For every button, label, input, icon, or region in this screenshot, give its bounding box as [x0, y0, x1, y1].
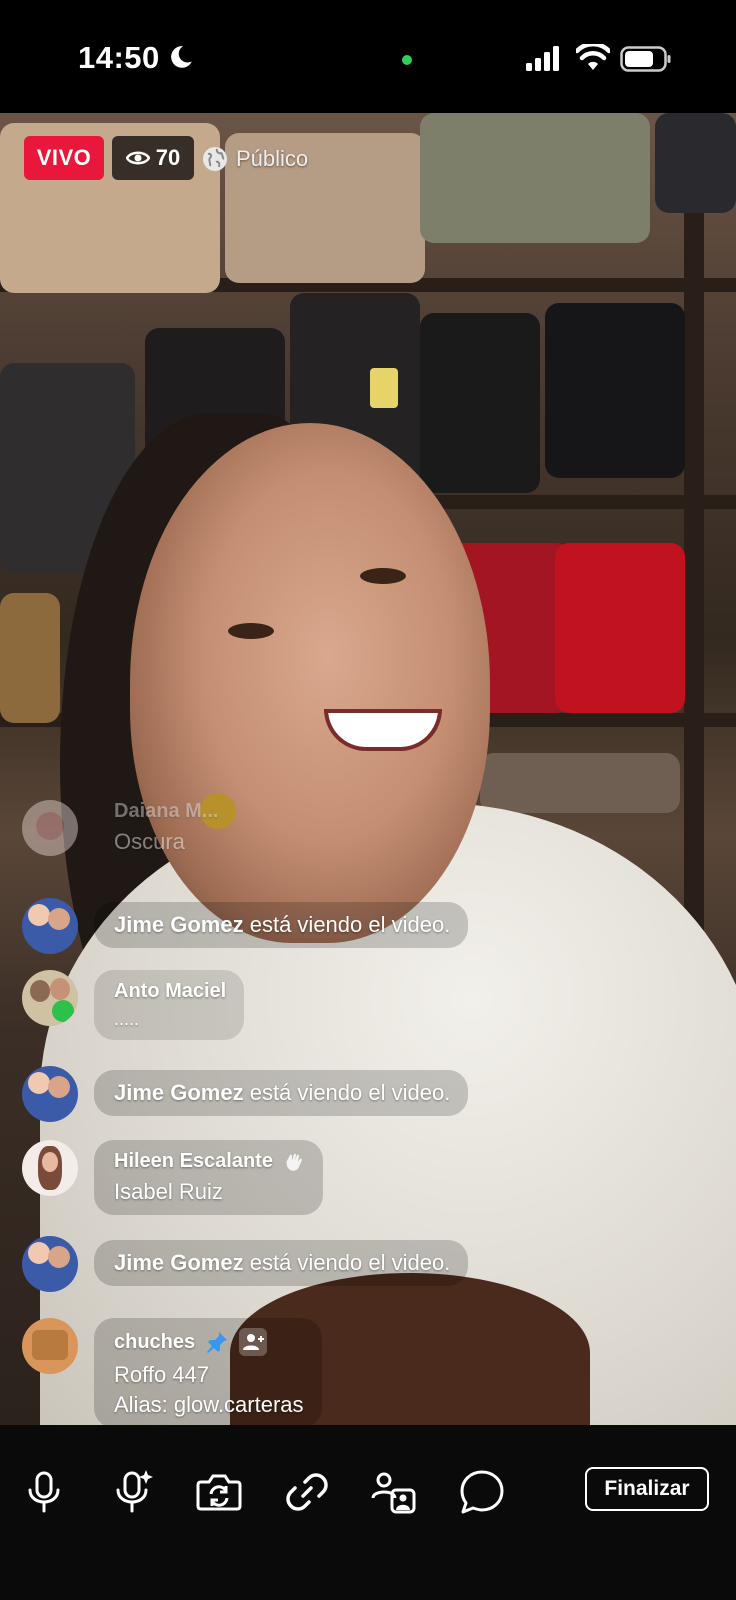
avatar — [22, 1066, 78, 1122]
cellular-signal-icon — [526, 46, 559, 71]
system-bubble: Jime Gomez está viendo el video. — [94, 902, 469, 948]
comment-author: chuches — [114, 1330, 196, 1353]
guest-icon[interactable] — [370, 1468, 418, 1516]
viewer-name: Jime Gomez — [114, 912, 244, 937]
system-bubble: Jime Gomez está viendo el video. — [94, 1070, 469, 1116]
end-live-button[interactable]: Finalizar — [585, 1467, 709, 1511]
comment-author: Daiana M... — [114, 800, 219, 822]
bag — [545, 303, 685, 478]
comment-item[interactable]: Hileen Escalante Isabel Ruiz — [22, 1140, 622, 1226]
camera-indicator-dot — [402, 55, 412, 65]
comment-bubble: Hileen Escalante Isabel Ruiz — [94, 1140, 323, 1215]
bag — [420, 113, 650, 243]
system-join-message: Jime Gomez está viendo el video. — [22, 1066, 622, 1124]
comment-text-line: Alias: glow.carteras — [114, 1392, 304, 1417]
globe-icon — [203, 147, 227, 171]
wave-icon — [286, 1153, 302, 1171]
shelf-post — [684, 213, 704, 933]
eye — [228, 623, 274, 639]
battery-icon — [620, 46, 671, 72]
avatar — [22, 1236, 78, 1292]
flip-camera-icon[interactable] — [195, 1468, 243, 1516]
price-tag — [370, 368, 398, 408]
comment-text: Oscura — [114, 829, 185, 854]
add-person-icon[interactable] — [239, 1328, 268, 1356]
viewer-name: Jime Gomez — [114, 1080, 244, 1105]
person-face — [130, 423, 490, 943]
bag — [555, 543, 685, 713]
comment-item[interactable]: Daiana M... Oscura — [22, 800, 622, 864]
pin-icon — [207, 1332, 228, 1353]
bag — [0, 593, 60, 723]
eye — [360, 568, 406, 584]
voice-effect-icon[interactable] — [108, 1468, 156, 1516]
live-badge: VIVO — [24, 136, 104, 180]
viewer-count-value: 70 — [155, 145, 181, 170]
system-text: está viendo el video. — [249, 912, 451, 937]
privacy-label: Público — [236, 146, 309, 171]
pinned-comment[interactable]: chuches Roffo 447 Alias: glow.carteras — [22, 1318, 622, 1428]
bag — [420, 313, 540, 493]
wifi-icon — [576, 44, 610, 70]
comment-author: Anto Maciel — [114, 980, 227, 1002]
comment-author: Hileen Escalante — [114, 1150, 273, 1172]
avatar — [22, 898, 78, 954]
link-icon[interactable] — [283, 1468, 331, 1516]
system-text: está viendo el video. — [249, 1250, 451, 1275]
comment-item[interactable]: Anto Maciel ..... — [22, 970, 622, 1056]
comment-text: Isabel Ruiz — [114, 1179, 223, 1204]
system-join-message: Jime Gomez está viendo el video. — [22, 898, 622, 956]
moon-icon — [171, 46, 192, 68]
microphone-icon[interactable] — [20, 1468, 68, 1516]
clock: 14:50 — [78, 40, 160, 75]
viewer-name: Jime Gomez — [114, 1250, 244, 1275]
comment-text: ..... — [114, 1009, 140, 1029]
eye-icon — [125, 151, 150, 165]
system-bubble: Jime Gomez está viendo el video. — [94, 1240, 469, 1286]
comment-icon[interactable] — [458, 1468, 506, 1516]
system-text: está viendo el video. — [249, 1080, 451, 1105]
avatar — [22, 1140, 78, 1196]
avatar — [22, 1318, 78, 1374]
comment-bubble: chuches Roffo 447 Alias: glow.carteras — [94, 1318, 322, 1428]
bag — [655, 113, 736, 213]
avatar — [22, 800, 78, 856]
comment-bubble: Anto Maciel ..... — [94, 970, 245, 1040]
status-bar: 14:50 — [0, 0, 736, 113]
viewer-count[interactable]: 70 — [112, 136, 194, 180]
avatar — [22, 970, 78, 1026]
privacy-indicator[interactable]: Público — [202, 142, 308, 176]
system-join-message: Jime Gomez está viendo el video. — [22, 1236, 622, 1294]
comment-text-line: Roffo 447 — [114, 1362, 210, 1387]
live-video-feed[interactable] — [0, 113, 736, 1425]
